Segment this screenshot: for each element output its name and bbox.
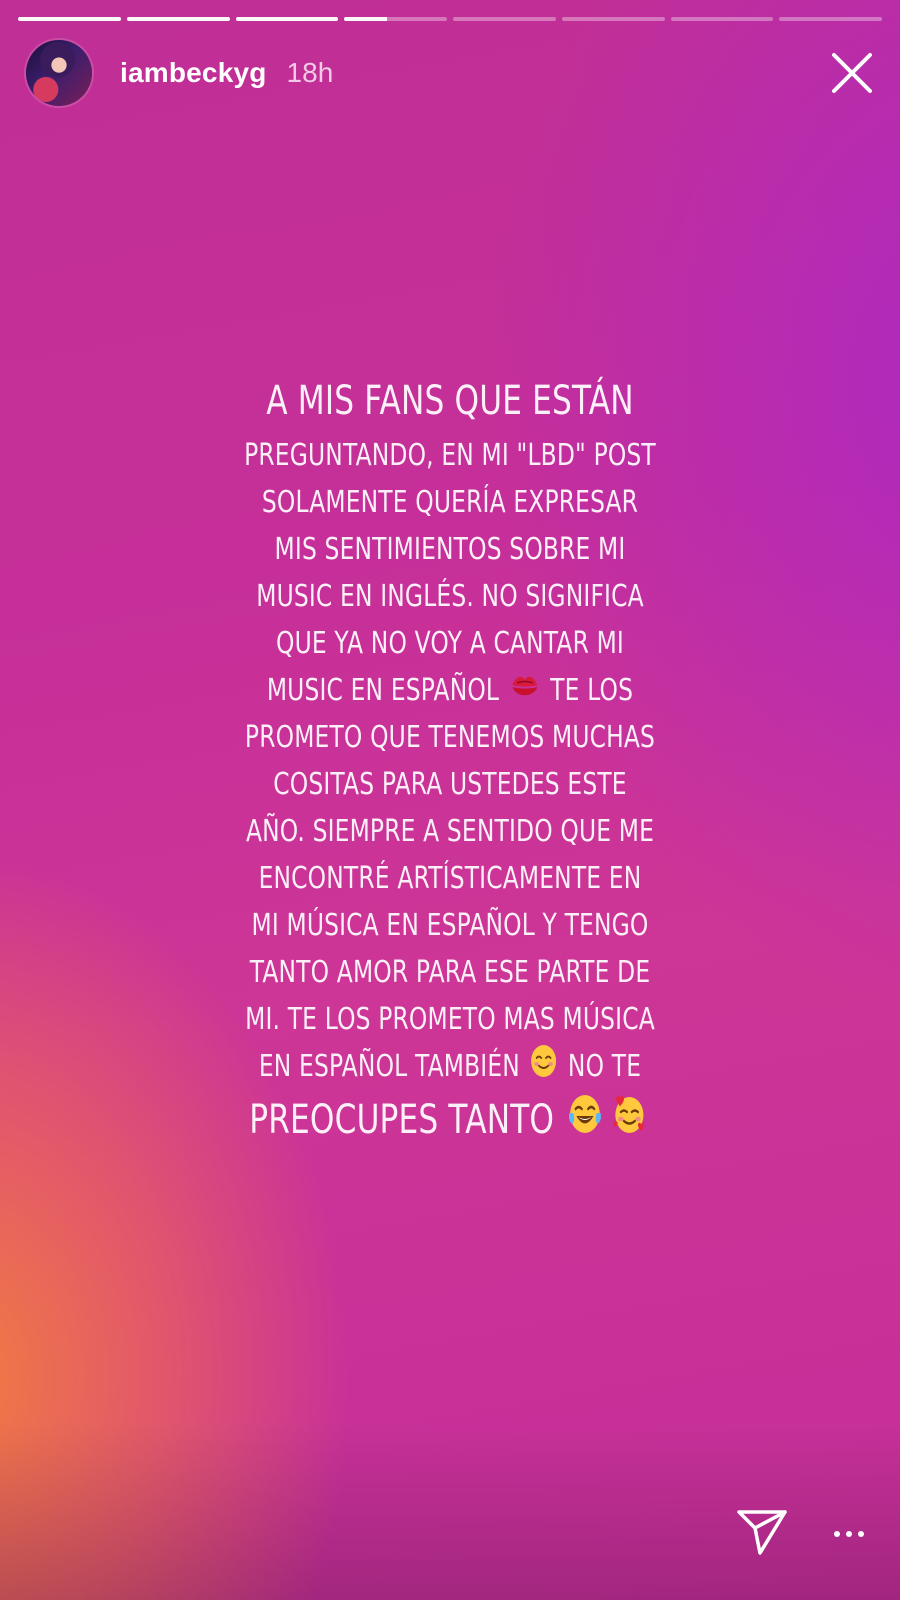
text-line: COSITAS PARA USTEDES ESTE <box>273 767 627 802</box>
text-line: A MIS FANS QUE ESTÁN <box>266 378 634 424</box>
text-line: QUE YA NO VOY A CANTAR MI <box>275 626 624 661</box>
text-line: ENCONTRÉ ARTÍSTICAMENTE EN <box>258 861 642 896</box>
story-footer <box>736 1508 864 1560</box>
story-progress-bar <box>18 17 882 21</box>
progress-segment-fill <box>126 17 230 21</box>
story-header: iambeckyg 18h <box>26 40 874 106</box>
text-line: MUSIC EN INGLÉS. NO SIGNIFICA <box>256 579 644 614</box>
timestamp: 18h <box>286 57 334 88</box>
progress-segment <box>670 17 774 21</box>
text-line-part: EN ESPAÑOL TAMBIÉN <box>258 1049 520 1084</box>
more-dots-icon <box>834 1531 864 1537</box>
text-line: MI. TE LOS PROMETO MAS MÚSICA <box>245 1002 655 1037</box>
text-line-part: NO TE <box>567 1049 642 1084</box>
story-text: A MIS FANS QUE ESTÁN PREGUNTANDO, EN MI … <box>0 370 900 1150</box>
text-line: AÑO. SIEMPRE A SENTIDO QUE ME <box>245 814 655 849</box>
smiling-face-icon <box>531 1044 558 1092</box>
text-line: PREGUNTANDO, EN MI "LBD" POST <box>244 438 656 473</box>
story-viewer[interactable]: iambeckyg 18h A MIS FANS QUE ESTÁN PREGU… <box>0 0 900 1600</box>
progress-segment <box>453 17 556 21</box>
text-line: EN ESPAÑOL TAMBIÉN NO TE <box>99 1043 801 1090</box>
paper-plane-icon <box>737 1510 787 1555</box>
progress-segment <box>18 17 121 21</box>
username[interactable]: iambeckyg <box>120 57 267 89</box>
smiling-face-with-hearts-icon <box>612 1091 648 1154</box>
progress-segment <box>235 17 339 21</box>
share-button[interactable] <box>736 1508 788 1560</box>
text-line-part: TE LOS <box>550 673 634 708</box>
text-line: PROMETO QUE TENEMOS MUCHAS <box>244 720 656 755</box>
text-line: TANTO AMOR PARA ESE PARTE DE <box>249 955 651 990</box>
kiss-mark-icon <box>510 668 540 715</box>
text-line: MUSIC EN ESPAÑOL TE LOS <box>99 667 801 714</box>
text-line: MIS SENTIMIENTOS SOBRE MI <box>274 532 626 567</box>
close-icon <box>832 53 872 93</box>
text-line: MI MÚSICA EN ESPAÑOL Y TENGO <box>251 908 649 943</box>
progress-segment <box>561 17 665 21</box>
text-line-part: PREOCUPES TANTO <box>249 1097 555 1143</box>
progress-segment-fill <box>235 17 339 21</box>
close-button[interactable] <box>830 51 874 95</box>
more-options-button[interactable] <box>834 1512 864 1556</box>
progress-segment-fill <box>344 17 388 21</box>
text-line: PREOCUPES TANTO <box>99 1090 801 1150</box>
avatar[interactable] <box>26 40 92 106</box>
text-line: SOLAMENTE QUERÍA EXPRESAR <box>261 485 639 520</box>
progress-segment <box>344 17 447 21</box>
progress-segment <box>779 17 882 21</box>
progress-segment <box>126 17 230 21</box>
text-line-part: MUSIC EN ESPAÑOL <box>266 673 500 708</box>
progress-segment-fill <box>18 17 121 21</box>
tears-of-joy-icon <box>567 1091 603 1154</box>
